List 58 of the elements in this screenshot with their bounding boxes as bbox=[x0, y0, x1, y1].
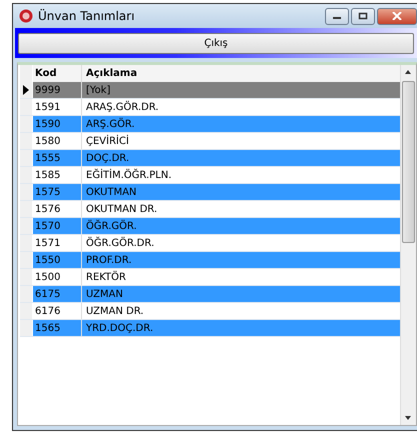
exit-button[interactable]: Çıkış bbox=[18, 32, 414, 54]
table-cell: 1580 bbox=[33, 133, 82, 149]
table-row[interactable]: 1550 PROF.DR. bbox=[20, 252, 400, 269]
table-row[interactable]: 6175 UZMAN bbox=[20, 286, 400, 303]
table-row[interactable]: 1500 REKTÖR bbox=[20, 269, 400, 286]
table-cell: 1571 bbox=[33, 235, 82, 251]
table-row[interactable]: 1571 ÖĞR.GÖR.DR. bbox=[20, 235, 400, 252]
table-cell: 1591 bbox=[33, 99, 82, 115]
column-header[interactable]: Açıklama bbox=[82, 68, 138, 79]
table-cell: 1590 bbox=[33, 116, 82, 132]
table-cell-text: YRD.DOÇ.DR. bbox=[85, 322, 154, 334]
table-cell-text: OKUTMAN DR. bbox=[85, 204, 158, 214]
table-cell: 6175 bbox=[33, 286, 82, 302]
table-row[interactable]: 1576 OKUTMAN DR. bbox=[20, 201, 400, 218]
maximize-button[interactable] bbox=[351, 8, 375, 24]
table-cell-text: [Yok] bbox=[85, 84, 110, 96]
table-cell: 1570 bbox=[33, 218, 82, 234]
table-cell-text: ARAŞ.GÖR.DR. bbox=[85, 102, 159, 112]
table-cell-text: REKTÖR bbox=[85, 272, 126, 282]
table-row[interactable]: 1585 EĞİTİM.ÖĞR.PLN. bbox=[20, 167, 400, 184]
table-cell-text: ÇEVİRİCİ bbox=[85, 136, 129, 146]
scrollbar-thumb[interactable] bbox=[402, 81, 415, 243]
table-cell-text: DOÇ.DR. bbox=[85, 152, 130, 164]
table-cell: 1576 bbox=[33, 201, 82, 217]
table-cell: 1565 bbox=[33, 320, 82, 336]
table-cell: 1500 bbox=[33, 269, 82, 285]
scrollbar[interactable] bbox=[400, 65, 416, 425]
table-row[interactable]: 1575 OKUTMAN bbox=[20, 184, 400, 201]
table-row[interactable]: 1591 ARAŞ.GÖR.DR. bbox=[20, 99, 400, 116]
table-cell-text: UZMAN DR. bbox=[85, 306, 144, 316]
table-cell: 1550 bbox=[33, 252, 82, 268]
table-row[interactable]: 1570 ÖĞR.GÖR. bbox=[20, 218, 400, 235]
close-button[interactable] bbox=[377, 8, 417, 24]
table-row[interactable]: 6176 UZMAN DR. bbox=[20, 303, 400, 320]
table-cell-text: ARŞ.GÖR. bbox=[85, 118, 135, 130]
table-row[interactable]: 1565 YRD.DOÇ.DR. bbox=[20, 320, 400, 337]
table-row[interactable]: 1555 DOÇ.DR. bbox=[20, 150, 400, 167]
table-cell-text: PROF.DR. bbox=[85, 254, 132, 266]
table-cell-text: OKUTMAN bbox=[85, 186, 137, 198]
row-indicator[interactable] bbox=[20, 82, 33, 98]
table-cell-text: EĞİTİM.ÖĞR.PLN. bbox=[85, 170, 172, 180]
table-cell: 1555 bbox=[33, 150, 82, 166]
app-icon bbox=[19, 9, 33, 23]
table-row[interactable]: 1580 ÇEVİRİCİ bbox=[20, 133, 400, 150]
table-cell-text: ÖĞR.GÖR.DR. bbox=[85, 238, 154, 248]
window-title: Ünvan Tanımları bbox=[38, 9, 135, 23]
table-cell-text: ÖĞR.GÖR. bbox=[85, 220, 137, 232]
table-cell: 9999 bbox=[33, 82, 82, 98]
table-cell: 6176 bbox=[33, 303, 82, 319]
table-cell: 1585 bbox=[33, 167, 82, 183]
minimize-button[interactable] bbox=[325, 8, 349, 24]
close-icon bbox=[392, 12, 402, 20]
table-row[interactable]: 1590 ARŞ.GÖR. bbox=[20, 116, 400, 133]
current-row-icon bbox=[23, 85, 29, 95]
table-cell: 1575 bbox=[33, 184, 82, 200]
maximize-icon bbox=[358, 12, 368, 20]
table-cell-text: UZMAN bbox=[85, 288, 123, 300]
table-row[interactable]: 9999 [Yok] bbox=[20, 82, 400, 99]
